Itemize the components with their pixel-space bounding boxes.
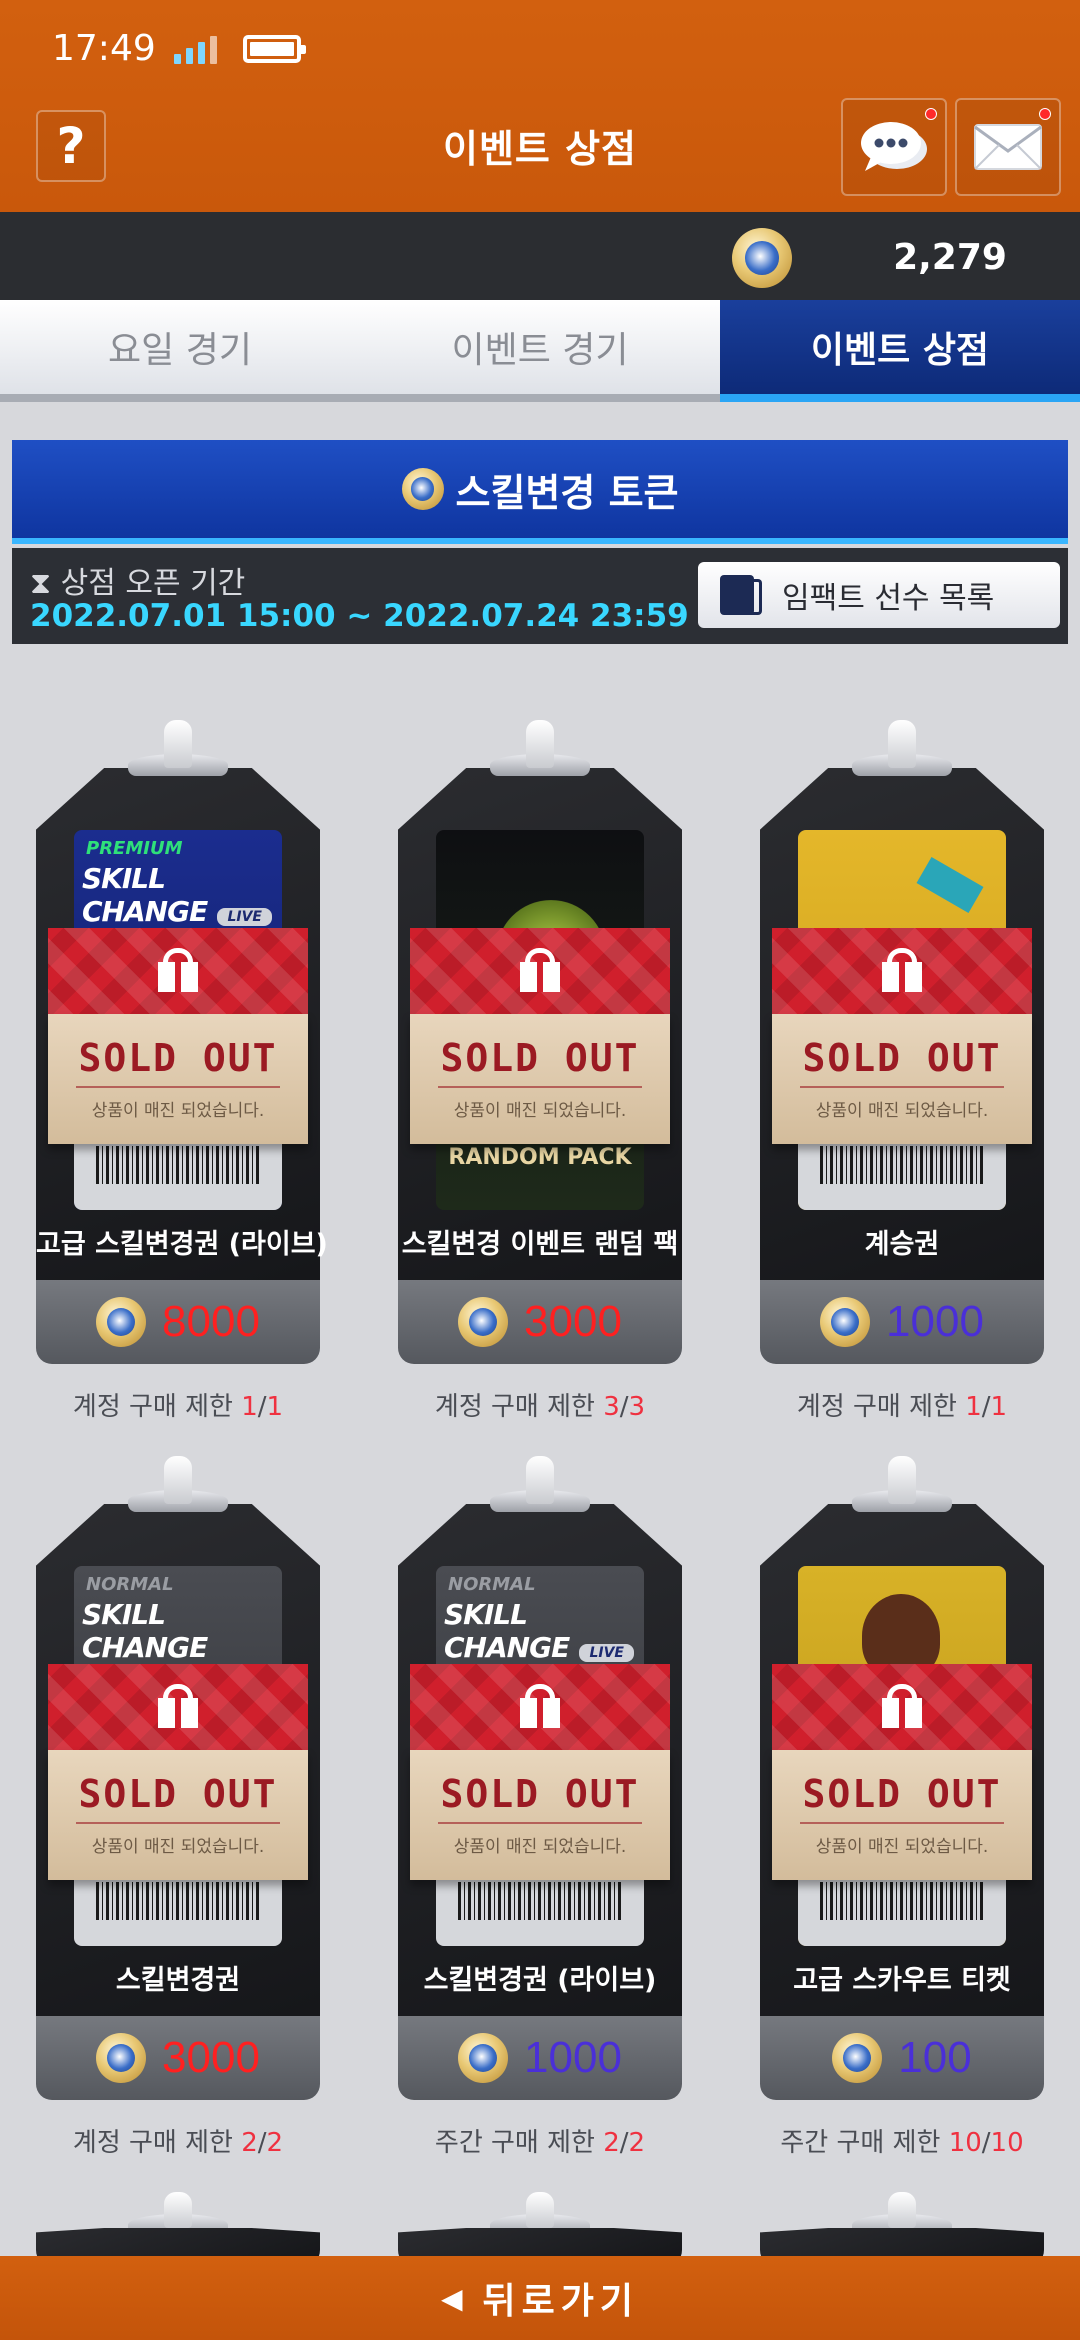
coin-icon <box>401 468 444 510</box>
hourglass-icon: ⧗ <box>30 566 52 601</box>
shop-item[interactable]: PREMIUM SKILL CHANGE LIVE SOLD OUT 상품이 매진… <box>36 720 328 1440</box>
price-box: 1000 <box>398 2016 682 2100</box>
card-icon <box>720 575 762 615</box>
price-box: 8000 <box>36 1280 320 1364</box>
currency-amount: 2,279 <box>893 237 1007 278</box>
item-price: 100 <box>898 2033 972 2082</box>
sold-out-overlay: SOLD OUT 상품이 매진 되었습니다. <box>772 928 1032 1144</box>
chat-icon <box>861 122 927 171</box>
item-name: 스킬변경권 <box>115 1965 241 1996</box>
signal-icon <box>173 34 217 64</box>
impact-button-label: 임팩트 선수 목록 <box>782 581 995 616</box>
coin-icon <box>820 1297 871 1347</box>
shop-item[interactable]: NORMAL SKILL CHANGE SOLD OUT 상품이 매진 되었습니다… <box>36 1456 320 2176</box>
tab-event-shop[interactable]: 이벤트 상점 <box>720 300 1080 402</box>
hook-icon <box>888 720 916 768</box>
coin-icon <box>458 2033 509 2083</box>
shop-item[interactable]: NORMAL SKILL CHANGE LIVE SOLD OUT 상품이 매진 … <box>398 1456 682 2176</box>
shop-item-partial <box>398 2192 682 2268</box>
shop-item-partial <box>36 2192 320 2268</box>
shop-item-partial <box>760 2192 1044 2268</box>
item-name: 스킬변경권 (라이브) <box>423 1965 657 1996</box>
status-time: 17:49 <box>52 28 156 69</box>
coin-icon <box>458 1297 509 1347</box>
gift-icon <box>879 1684 925 1730</box>
item-name: 고급 스킬변경권 (라이브) <box>36 1229 328 1260</box>
price-box: 1000 <box>760 1280 1044 1364</box>
hook-icon <box>164 1456 192 1504</box>
purchase-limit: 계정 구매 제한 3/3 <box>434 1392 646 1422</box>
hook-icon <box>526 720 554 768</box>
period-label: ⧗ 상점 오픈 기간 <box>30 566 246 601</box>
mail-icon <box>974 124 1042 170</box>
purchase-limit: 계정 구매 제한 1/1 <box>796 1392 1008 1422</box>
purchase-limit: 주간 구매 제한 2/2 <box>434 2128 646 2158</box>
back-arrow-icon: ◀ <box>440 2281 469 2315</box>
tab-daily-match[interactable]: 요일 경기 <box>0 300 360 402</box>
gift-icon <box>155 1684 201 1730</box>
back-button[interactable]: ◀ 뒤로가기 <box>0 2256 1080 2340</box>
price-box: 3000 <box>398 1280 682 1364</box>
shop-item[interactable]: RANDOM PACK SOLD OUT 상품이 매진 되었습니다. 스킬변경 이… <box>398 720 682 1440</box>
shop-period: ⧗ 상점 오픈 기간 2022.07.01 15:00 ~ 2022.07.24… <box>12 548 1068 644</box>
price-box: 3000 <box>36 2016 320 2100</box>
item-price: 1000 <box>886 1297 984 1346</box>
section-banner: 스킬변경 토큰 <box>12 440 1068 544</box>
shop-item[interactable]: SOLD OUT 상품이 매진 되었습니다. 계승권 1000 계정 구매 제한 … <box>760 720 1044 1440</box>
tab-event-match[interactable]: 이벤트 경기 <box>360 300 720 402</box>
gift-icon <box>517 1684 563 1730</box>
mail-notification-dot <box>1039 108 1051 120</box>
shop-item[interactable]: SOLD OUT 상품이 매진 되었습니다. 고급 스카우트 티켓 100 주간 … <box>760 1456 1044 2176</box>
impact-player-list-button[interactable]: 임팩트 선수 목록 <box>698 562 1060 628</box>
status-bar: 17:49 <box>52 28 306 69</box>
item-name: 스킬변경 이벤트 랜덤 팩 <box>401 1229 679 1260</box>
price-box: 100 <box>760 2016 1044 2100</box>
tab-bar: 요일 경기 이벤트 경기 이벤트 상점 <box>0 300 1080 410</box>
battery-icon <box>242 34 306 63</box>
coin-icon <box>96 2033 147 2083</box>
purchase-limit: 계정 구매 제한 2/2 <box>72 2128 284 2158</box>
hook-icon <box>526 1456 554 1504</box>
purchase-limit: 주간 구매 제한 10/10 <box>780 2128 1024 2158</box>
hook-icon <box>888 1456 916 1504</box>
sold-out-overlay: SOLD OUT 상품이 매진 되었습니다. <box>410 928 670 1144</box>
hook-icon <box>164 720 192 768</box>
chat-notification-dot <box>925 108 937 120</box>
coin-icon <box>732 228 792 288</box>
sold-out-overlay: SOLD OUT 상품이 매진 되었습니다. <box>48 928 308 1144</box>
item-price: 3000 <box>524 1297 622 1346</box>
purchase-limit: 계정 구매 제한 1/1 <box>72 1392 284 1422</box>
back-label: 뒤로가기 <box>482 2281 640 2322</box>
sold-out-overlay: SOLD OUT 상품이 매진 되었습니다. <box>48 1664 308 1880</box>
gift-icon <box>879 948 925 994</box>
chat-button[interactable] <box>841 98 947 196</box>
section-title: 스킬변경 토큰 <box>455 470 679 515</box>
item-name: 고급 스카우트 티켓 <box>793 1965 1011 1996</box>
gift-icon <box>517 948 563 994</box>
mail-button[interactable] <box>955 98 1061 196</box>
period-dates: 2022.07.01 15:00 ~ 2022.07.24 23:59 <box>30 598 689 634</box>
item-name: 계승권 <box>864 1229 940 1260</box>
item-price: 8000 <box>162 1297 260 1346</box>
sold-out-overlay: SOLD OUT 상품이 매진 되었습니다. <box>772 1664 1032 1880</box>
item-price: 1000 <box>524 2033 622 2082</box>
gift-icon <box>155 948 201 994</box>
coin-icon <box>832 2033 883 2083</box>
top-bar: 17:49 ? 이벤트 상점 <box>0 0 1080 212</box>
item-price: 3000 <box>162 2033 260 2082</box>
sold-out-overlay: SOLD OUT 상품이 매진 되었습니다. <box>410 1664 670 1880</box>
coin-icon <box>96 1297 147 1347</box>
